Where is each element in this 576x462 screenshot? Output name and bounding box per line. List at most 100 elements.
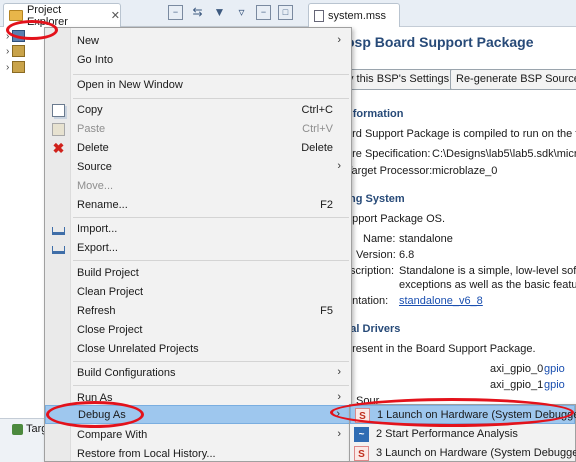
menu-item-label: Refresh — [77, 305, 116, 317]
editor-tab-label: system.mss — [328, 9, 387, 22]
menu-item-label: Clean Project — [77, 286, 144, 298]
menu-item-shortcut: F5 — [320, 305, 333, 317]
menu-item-open-in-new-window[interactable]: Open in New Window — [45, 76, 351, 95]
menu-item-label: Paste — [77, 123, 106, 135]
editor-tab-system-mss[interactable]: system.mss — [308, 3, 400, 27]
menu-item-label: Copy — [77, 104, 103, 116]
hw-spec-label: are Specification: — [346, 148, 431, 160]
driver-link[interactable]: gpio — [544, 363, 565, 375]
launch-hardware-icon: S — [354, 446, 369, 461]
menu-item-debug-as[interactable]: Debug As › — [45, 405, 351, 424]
menu-item-move: Move... — [45, 177, 351, 196]
paste-icon — [52, 123, 65, 136]
target-icon — [12, 423, 23, 435]
menu-item-label: Run As — [77, 392, 113, 404]
menu-item-label: Close Project — [77, 324, 143, 336]
close-icon[interactable]: ✕ — [111, 9, 120, 22]
tree-item-project[interactable]: › — [6, 45, 26, 57]
export-icon — [52, 246, 65, 254]
submenu-item-label: 3 Launch on Hardware (System Debugger on — [376, 447, 576, 459]
menu-separator — [73, 98, 349, 99]
menu-item-label: Debug As — [78, 409, 126, 421]
menu-item-compare-with[interactable]: Compare With › — [45, 426, 351, 445]
expand-arrow-icon[interactable]: › — [6, 62, 9, 73]
menu-item-label: Rename... — [77, 199, 128, 211]
submenu-arrow-icon: › — [337, 160, 341, 172]
menu-separator — [73, 260, 349, 261]
hw-spec-value: C:\Designs\lab5\lab5.sdk\micro — [432, 148, 576, 160]
collapse-arrow-icon[interactable]: › — [6, 31, 9, 42]
delete-icon: ✖ — [52, 140, 65, 156]
menu-item-go-into[interactable]: Go Into — [45, 51, 351, 70]
submenu-item-label: 2 Start Performance Analysis — [376, 428, 518, 440]
tree-item-project[interactable]: › — [6, 61, 26, 73]
submenu-arrow-icon: › — [337, 391, 341, 403]
menu-item-label: Export... — [77, 242, 118, 254]
performance-analysis-icon: ~ — [354, 427, 369, 442]
filter-icon[interactable]: ▼ — [212, 5, 227, 20]
menu-item-rename[interactable]: Rename... F2 — [45, 196, 351, 215]
menu-item-build-project[interactable]: Build Project — [45, 264, 351, 283]
drivers-description: present in the Board Support Package. — [346, 343, 536, 355]
os-heading: ing System — [346, 193, 405, 205]
menu-item-shortcut: Ctrl+V — [302, 123, 333, 135]
project-tree: › › › — [0, 27, 44, 417]
modify-bsp-settings-button[interactable]: y this BSP's Settings — [342, 69, 456, 90]
menu-separator — [73, 361, 349, 362]
processor-label: Target Processor: — [346, 165, 433, 177]
submenu-item-label: 1 Launch on Hardware (System Debugger) — [377, 409, 576, 421]
menu-item-import[interactable]: Import... — [45, 220, 351, 239]
link-with-editor-icon[interactable]: ⇆ — [190, 5, 205, 20]
menu-item-label: Move... — [77, 180, 114, 192]
menu-item-label: New — [77, 35, 100, 47]
os-docs-label: entation: — [346, 295, 389, 307]
collapse-all-icon[interactable]: − — [168, 5, 183, 20]
expand-arrow-icon[interactable]: › — [6, 46, 9, 57]
maximize-icon[interactable]: □ — [278, 5, 293, 20]
overview-description: ard Support Package is compiled to run o… — [346, 128, 576, 140]
menu-item-label: Compare With — [77, 429, 148, 441]
menu-item-export[interactable]: Export... — [45, 239, 351, 258]
submenu-item-start-performance-analysis[interactable]: ~ 2 Start Performance Analysis — [350, 425, 575, 444]
menu-item-source[interactable]: Source › — [45, 158, 351, 177]
context-menu: New › Go Into Open in New Window Copy Ct… — [44, 27, 352, 462]
menu-item-shortcut: Ctrl+C — [301, 104, 333, 116]
project-icon — [12, 61, 26, 73]
import-icon — [52, 227, 65, 235]
os-docs-link[interactable]: standalone_v6_8 — [399, 295, 483, 307]
submenu-item-launch-on-hardware-3[interactable]: S 3 Launch on Hardware (System Debugger … — [350, 444, 576, 462]
view-menu-icon[interactable]: ▿ — [234, 5, 249, 20]
menu-item-refresh[interactable]: Refresh F5 — [45, 302, 351, 321]
processor-value: microblaze_0 — [432, 165, 498, 177]
os-description-value-cont: exceptions as well as the basic features — [399, 279, 576, 291]
copy-icon — [52, 104, 65, 117]
menu-item-restore-from-local-history[interactable]: Restore from Local History... — [45, 445, 351, 462]
launch-hardware-icon: S — [355, 408, 370, 423]
menu-item-label: Restore from Local History... — [77, 448, 216, 460]
debug-as-submenu: S 1 Launch on Hardware (System Debugger)… — [349, 404, 576, 462]
target-connections-tab[interactable]: Targ — [12, 423, 47, 435]
file-icon — [314, 9, 324, 22]
driver-link[interactable]: gpio — [544, 379, 565, 391]
menu-item-close-project[interactable]: Close Project — [45, 321, 351, 340]
submenu-item-launch-on-hardware[interactable]: S 1 Launch on Hardware (System Debugger) — [350, 405, 576, 424]
project-explorer-icon — [9, 10, 23, 21]
menu-item-label: Build Project — [77, 267, 139, 279]
os-version-value: 6.8 — [399, 249, 415, 261]
menu-item-new[interactable]: New › — [45, 32, 351, 51]
submenu-arrow-icon: › — [337, 34, 341, 46]
menu-item-close-unrelated-projects[interactable]: Close Unrelated Projects — [45, 340, 351, 359]
minimize-icon[interactable]: − — [256, 5, 271, 20]
tree-item-selected-project[interactable]: › — [6, 30, 26, 42]
drivers-heading: ral Drivers — [346, 323, 401, 335]
menu-item-build-configurations[interactable]: Build Configurations › — [45, 364, 351, 383]
menu-item-delete[interactable]: ✖ Delete Delete — [45, 139, 351, 158]
menu-item-label: Source — [77, 161, 112, 173]
regenerate-bsp-sources-button[interactable]: Re-generate BSP Sources — [450, 69, 576, 90]
menu-item-clean-project[interactable]: Clean Project — [45, 283, 351, 302]
menu-item-copy[interactable]: Copy Ctrl+C — [45, 101, 351, 120]
project-icon — [12, 45, 26, 57]
project-explorer-tab[interactable]: Project Explorer ✕ — [3, 3, 121, 28]
menu-separator — [73, 74, 349, 75]
menu-item-label: Delete — [77, 142, 109, 154]
